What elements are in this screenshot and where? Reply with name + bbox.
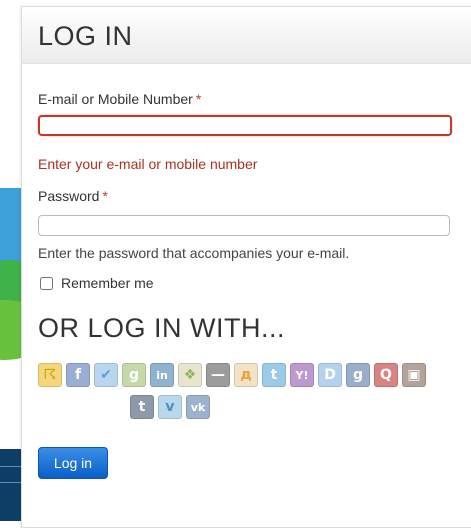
social-login-title: OR LOG IN WITH...: [38, 313, 286, 343]
odnoklassniki-login-icon[interactable]: д: [234, 363, 258, 387]
aim-login-icon[interactable]: ☈: [38, 363, 62, 387]
tumblr-login-icon[interactable]: t: [130, 395, 154, 419]
background-strip: [0, 0, 22, 521]
remember-me-option[interactable]: Remember me: [38, 275, 154, 291]
login-button[interactable]: Log in: [38, 447, 108, 479]
google-plus-login-icon[interactable]: g: [346, 363, 370, 387]
password-label-text: Password: [38, 188, 100, 204]
required-mark: *: [102, 188, 108, 204]
email-field[interactable]: [38, 115, 452, 136]
windows-live-login-icon[interactable]: ❖: [178, 363, 202, 387]
social-login-row: t v vk: [130, 395, 210, 419]
remember-me-checkbox[interactable]: [40, 276, 53, 290]
panel-title: LOG IN: [38, 21, 133, 51]
twitter-login-icon[interactable]: t: [262, 363, 286, 387]
facebook-login-icon[interactable]: f: [66, 363, 90, 387]
social-login-row: ☈ f ✔ g in ❖ — д t Y! Dg Q ▣: [38, 363, 426, 387]
google-login-icon[interactable]: g: [122, 363, 146, 387]
background-footer: [0, 449, 22, 521]
background-hill-light: [0, 300, 22, 360]
email-label-text: E-mail or Mobile Number: [38, 91, 193, 107]
login-panel: LOG IN E-mail or Mobile Number * Enter yo…: [21, 6, 471, 528]
password-label: Password *: [38, 188, 108, 204]
password-field[interactable]: [38, 215, 450, 236]
disqus-login-icon[interactable]: D: [318, 363, 342, 387]
vk-login-icon[interactable]: vk: [186, 395, 210, 419]
required-mark: *: [195, 91, 202, 107]
vimeo-login-icon[interactable]: v: [158, 395, 182, 419]
instagram-login-icon[interactable]: ▣: [402, 363, 426, 387]
email-label: E-mail or Mobile Number *: [38, 91, 201, 107]
remember-me-label: Remember me: [61, 275, 154, 291]
quora-login-icon[interactable]: Q: [374, 363, 398, 387]
openid-login-icon[interactable]: —: [206, 363, 230, 387]
password-help-text: Enter the password that accompanies your…: [38, 245, 350, 261]
email-error-message: Enter your e-mail or mobile number: [38, 156, 258, 172]
background-divider: [0, 466, 22, 467]
background-divider: [0, 482, 22, 483]
google-check-login-icon[interactable]: ✔: [94, 363, 118, 387]
yahoo-login-icon[interactable]: Y!: [290, 363, 314, 387]
linkedin-login-icon[interactable]: in: [150, 363, 174, 387]
